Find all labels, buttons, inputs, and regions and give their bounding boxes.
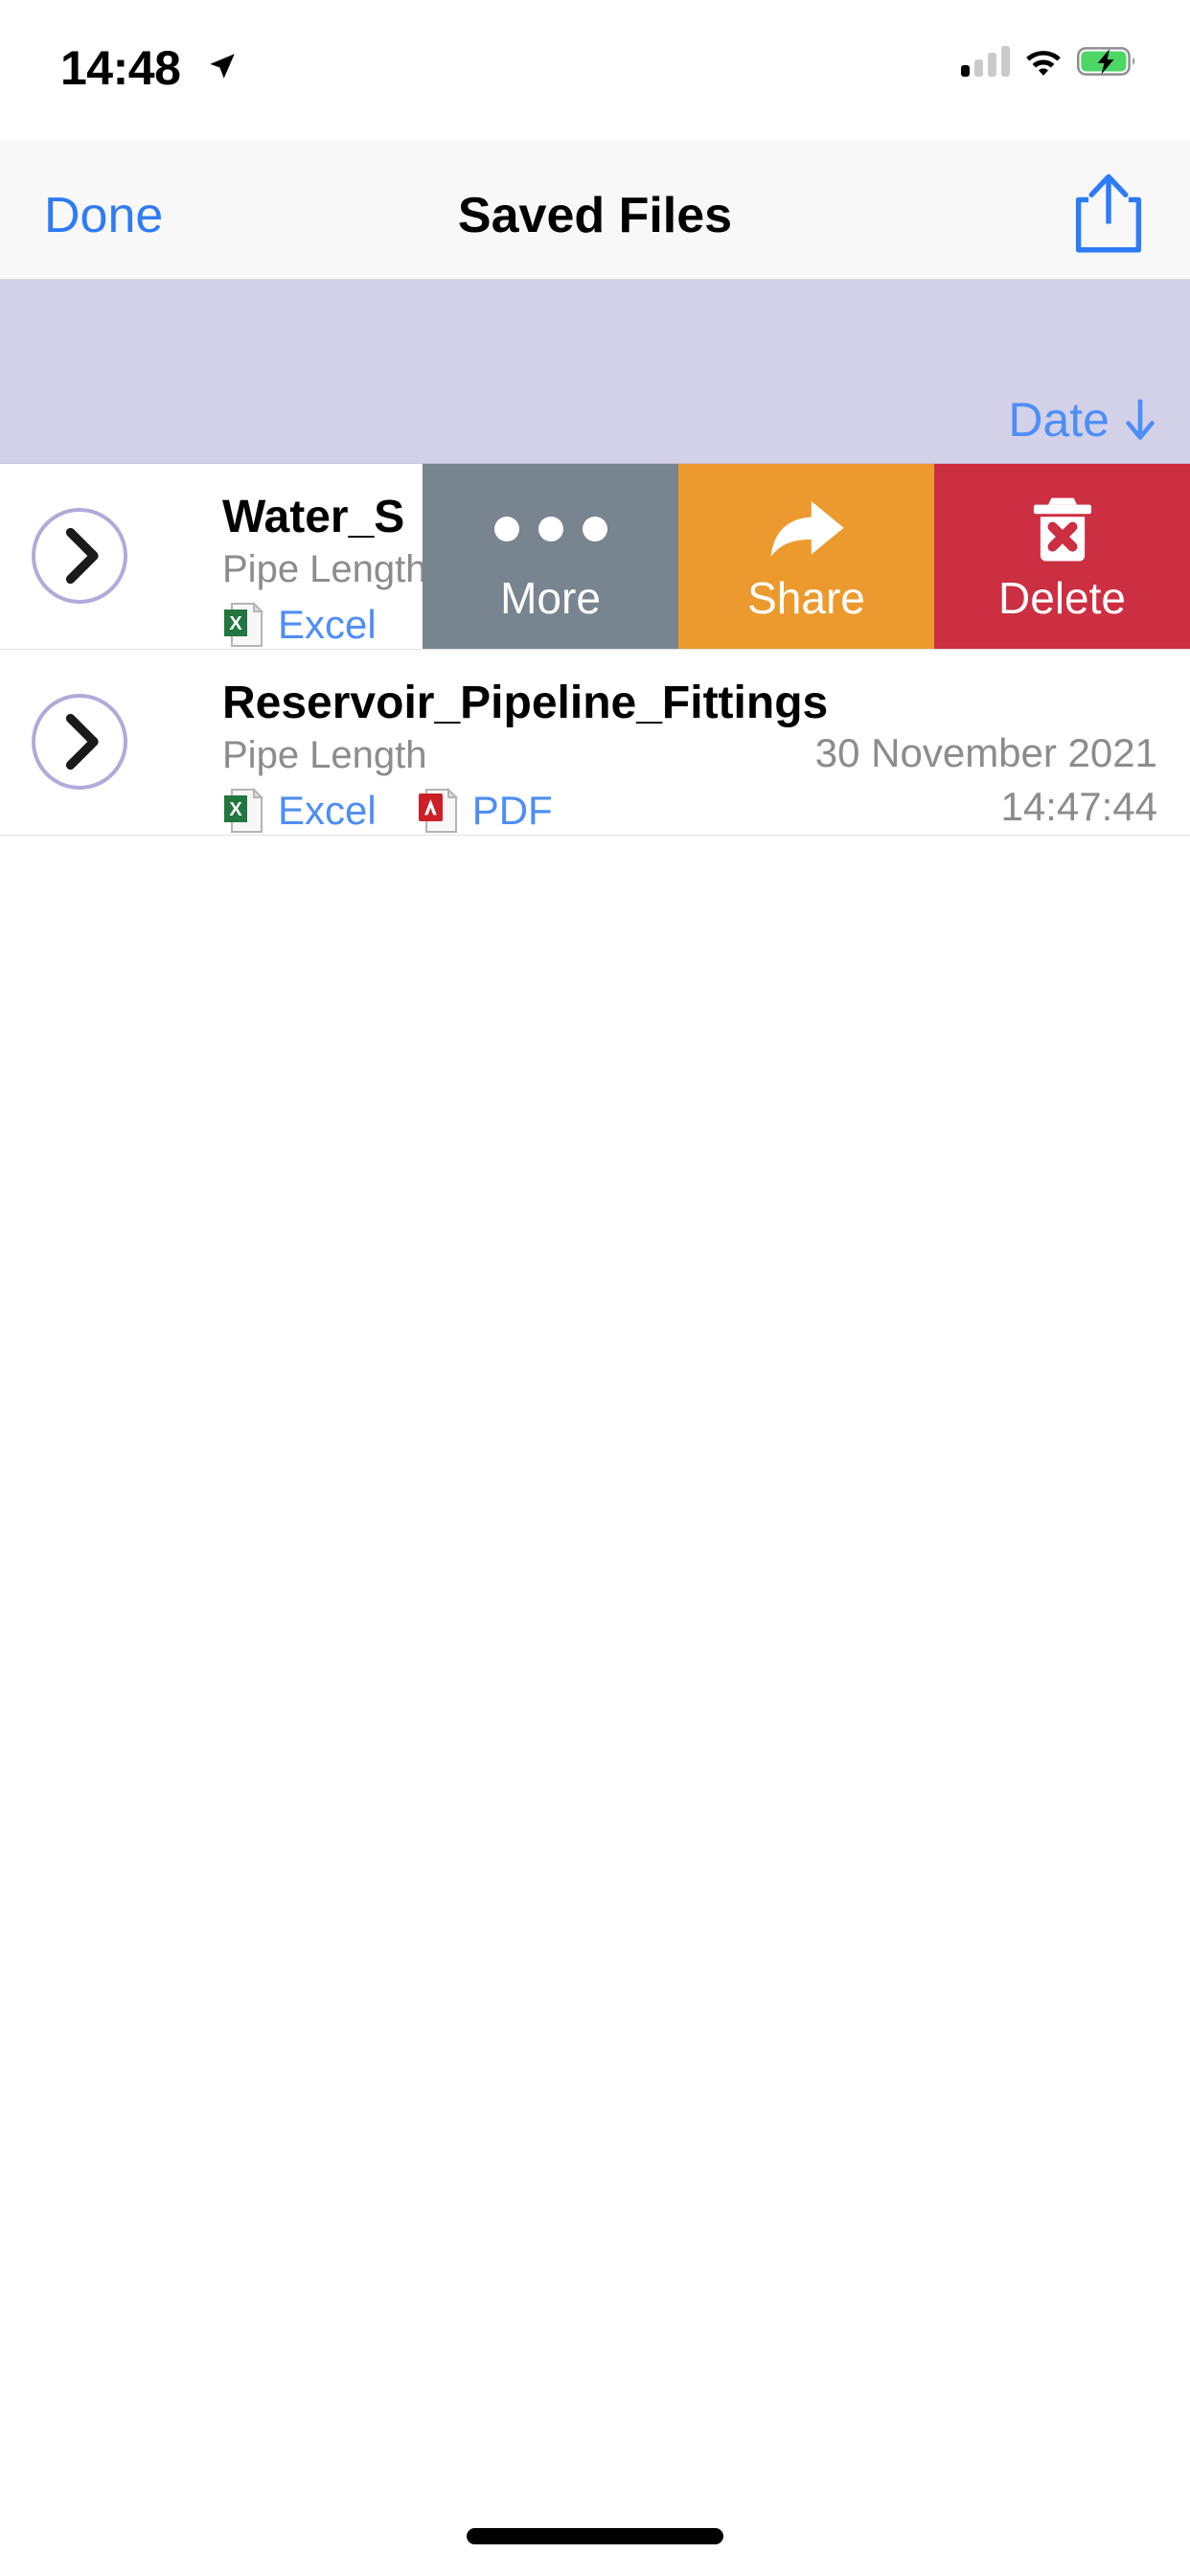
status-indicators (961, 46, 1136, 77)
swipe-action-panel: More Share Delete (423, 464, 1190, 649)
delete-action-label: Delete (998, 573, 1126, 623)
file-date: 30 November 2021 (814, 730, 1157, 775)
file-attachments: X Excel (222, 600, 377, 649)
more-action-button[interactable]: More (423, 464, 678, 649)
table-row[interactable]: Reservoir_Pipeline_Fittings Pipe Length … (0, 650, 1190, 836)
app-screen: 14:48 Done Saved Files Date Water_S Pipe… (0, 0, 1190, 2576)
status-time: 14:48 (60, 41, 181, 95)
share-up-arrow-icon (1075, 173, 1142, 253)
sort-label: Date (1008, 393, 1110, 447)
file-subtitle: Pipe Length (222, 548, 427, 590)
page-title: Saved Files (457, 188, 733, 243)
wifi-icon (1026, 51, 1061, 76)
delete-action-button[interactable]: Delete (934, 464, 1190, 649)
share-button[interactable] (1067, 168, 1150, 256)
disclosure-chevron-button[interactable] (32, 694, 127, 790)
chevron-right-icon (65, 527, 99, 585)
svg-text:X: X (229, 799, 242, 820)
file-subtitle: Pipe Length (222, 734, 427, 776)
excel-file-icon: X (224, 787, 264, 833)
table-row[interactable]: Water_S Pipe Length X Excel More Share D… (0, 464, 1190, 650)
battery-charging-icon (1077, 47, 1135, 76)
file-time: 14:47:44 (1000, 784, 1158, 829)
chevron-right-icon (65, 713, 99, 770)
more-action-label: More (500, 573, 601, 623)
home-indicator[interactable] (467, 2528, 723, 2544)
share-action-button[interactable]: Share (678, 464, 934, 649)
svg-text:X: X (229, 613, 242, 634)
pdf-attachment-label: PDF (471, 788, 553, 833)
sort-by-date-button[interactable]: Date (1008, 392, 1157, 448)
location-arrow-icon (210, 54, 235, 79)
navigation-bar: Done Saved Files (0, 139, 1190, 280)
excel-file-icon: X (224, 601, 264, 647)
excel-attachment-button[interactable]: X Excel (222, 786, 377, 835)
pdf-file-icon (418, 787, 459, 833)
share-action-label: Share (747, 573, 865, 623)
file-row-content: Reservoir_Pipeline_Fittings Pipe Length … (0, 650, 1190, 835)
pdf-attachment-button[interactable]: PDF (417, 786, 553, 835)
cellular-signal-icon (961, 46, 1010, 77)
file-attachments: X Excel PDF (222, 786, 553, 835)
trash-x-icon (1029, 494, 1096, 564)
file-name: Water_S (222, 492, 405, 542)
ellipsis-icon (493, 494, 607, 564)
excel-attachment-label: Excel (278, 788, 377, 833)
saved-files-list: Water_S Pipe Length X Excel More Share D… (0, 464, 1190, 836)
excel-attachment-label: Excel (278, 602, 377, 647)
sort-bar: Date (0, 280, 1190, 464)
share-arrow-icon (767, 494, 846, 564)
status-bar: 14:48 (0, 0, 1190, 139)
file-name: Reservoir_Pipeline_Fittings (222, 678, 829, 728)
excel-attachment-button[interactable]: X Excel (222, 600, 377, 649)
arrow-down-icon (1126, 399, 1155, 440)
disclosure-chevron-button[interactable] (32, 508, 127, 604)
